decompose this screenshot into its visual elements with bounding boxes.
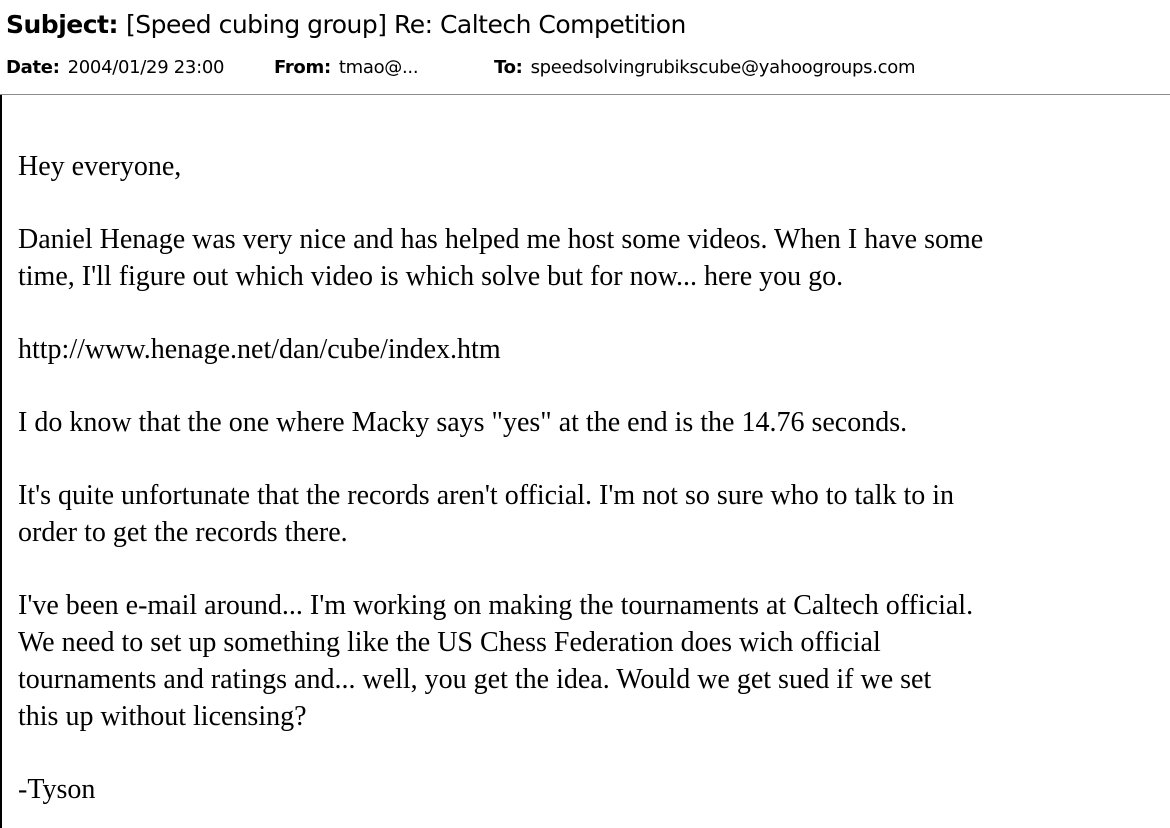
message-link[interactable]: http://www.henage.net/dan/cube/index.htm <box>18 331 1158 368</box>
message-paragraph: Daniel Henage was very nice and has help… <box>18 224 984 292</box>
from-field: From: tmao@... <box>274 54 494 82</box>
to-value[interactable]: speedsolvingrubikscube@yahoogroups.com <box>531 57 916 78</box>
from-value[interactable]: tmao@... <box>339 57 419 78</box>
greeting: Hey everyone, <box>18 151 182 182</box>
date-field: Date: 2004/01/29 23:00 <box>6 54 274 82</box>
to-field: To: speedsolvingrubikscube@yahoogroups.co… <box>494 54 916 82</box>
date-label: Date: <box>6 57 60 78</box>
meta-row: Date: 2004/01/29 23:00 From: tmao@... To: spe… <box>6 54 916 82</box>
to-label: To: <box>494 57 523 78</box>
subject-label: Subject: <box>6 10 119 39</box>
message-paragraph: It's quite unfortunate that the records … <box>18 480 955 548</box>
date-value: 2004/01/29 23:00 <box>67 57 225 78</box>
subject-row: Subject: [Speed cubing group] Re: Caltech… <box>6 8 686 42</box>
email-header: Subject: [Speed cubing group] Re: Caltech… <box>0 0 1170 95</box>
from-label: From: <box>274 57 331 78</box>
subject-value: [Speed cubing group] Re: Caltech Competi… <box>126 10 686 39</box>
message-paragraph: I do know that the one where Macky says … <box>18 407 908 438</box>
message-paragraph: I've been e-mail around... I'm working o… <box>18 590 974 732</box>
message-body: Hey everyone, Daniel Henage was very nic… <box>18 148 1158 808</box>
signature: -Tyson <box>18 774 96 805</box>
